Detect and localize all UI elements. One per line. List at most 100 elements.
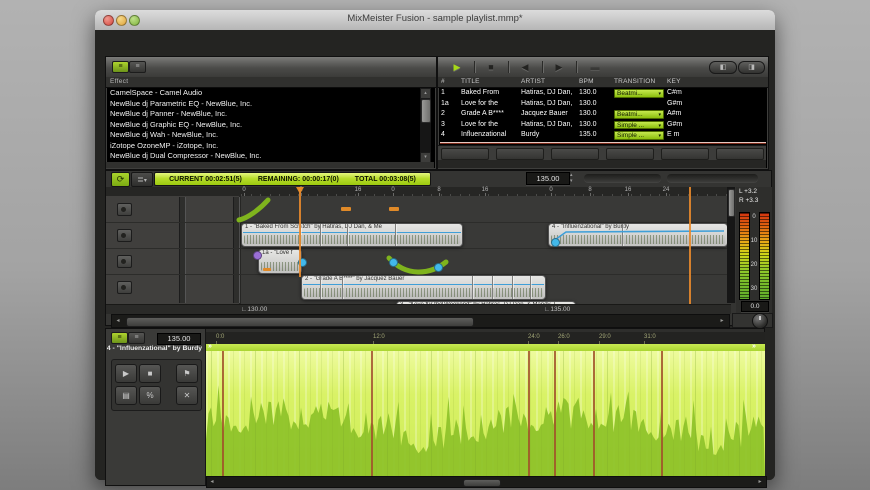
previous-track-button[interactable]: ◀	[512, 60, 538, 74]
timeline-clip[interactable]: 4 - "Influenzational" by Burdy	[548, 223, 728, 247]
window-titlebar[interactable]: MixMeister Fusion - sample playlist.mmp*	[95, 10, 775, 31]
zoom-slider[interactable]	[667, 174, 758, 182]
playlist-row[interactable]: 4InfluenzationalBurdy135.0Simple ...▾E m	[438, 130, 766, 141]
stop-button[interactable]: ■	[478, 60, 504, 74]
waveform-display[interactable]	[206, 351, 765, 476]
scrollbar-thumb[interactable]	[126, 317, 474, 327]
preview-play-button[interactable]: ▶	[115, 364, 137, 383]
clip-segment-divider[interactable]	[320, 276, 321, 299]
marker-dot-blue[interactable]	[434, 263, 443, 272]
playlist-tool-button[interactable]	[661, 148, 709, 160]
preview-stop-button[interactable]: ■	[139, 364, 161, 383]
waveform-ruler[interactable]: 0:012:024:026:029:031:0	[206, 332, 765, 344]
timeline-scrollbar[interactable]: ◂ ▸	[111, 314, 730, 328]
clip-segment-divider[interactable]	[342, 276, 343, 299]
effect-list-item[interactable]: NewBlue dj Panner - NewBlue, Inc.	[106, 109, 419, 120]
transition-dropdown[interactable]: Beatmi...▾	[614, 89, 664, 98]
playlist-row[interactable]: 1aLove for theHatiras, DJ Dan,130.0G#m	[438, 99, 766, 110]
preview-percent-button[interactable]: %	[139, 386, 161, 405]
effect-list-item[interactable]: NewBlue dj Dual Compressor - NewBlue, In…	[106, 151, 419, 162]
beat-gridline	[464, 351, 465, 476]
playlist-column-header[interactable]: TITLE	[461, 77, 480, 87]
scroll-right-icon[interactable]: ▸	[717, 316, 727, 326]
clip-segment-divider[interactable]	[347, 224, 348, 246]
orange-handle[interactable]	[389, 207, 399, 211]
effects-scrollbar[interactable]: ▴ ▾	[420, 88, 431, 162]
transition-dropdown[interactable]: Beatmi...▾	[614, 110, 664, 119]
effect-list-item[interactable]: iZotope OzoneMP - iZotope, Inc.	[106, 141, 419, 152]
scroll-up-icon[interactable]: ▴	[420, 88, 431, 99]
scroll-right-icon[interactable]: ▸	[755, 477, 765, 487]
marker-dot-blue[interactable]	[551, 238, 560, 247]
playlist-tool-button[interactable]	[496, 148, 544, 160]
playlist-cell: 1	[441, 88, 458, 99]
clip-segment-divider[interactable]	[492, 276, 493, 299]
preview-tab-button[interactable]: ≡	[111, 332, 128, 344]
playlist-tool-button[interactable]	[551, 148, 599, 160]
loop-mode-icon[interactable]: ⟳	[111, 172, 130, 187]
collapse-panel-left-button[interactable]: ◧	[709, 61, 737, 74]
effects-list-tab-button[interactable]: ≡	[112, 61, 129, 73]
timeline-clip[interactable]: 1 - "Baked From Scratch" by Hatiras, DJ …	[241, 223, 463, 247]
playlist-tool-button[interactable]	[606, 148, 654, 160]
scrollbar-thumb[interactable]	[728, 189, 735, 217]
playlist-tool-button[interactable]	[441, 148, 489, 160]
waveform-scrollbar[interactable]: ◂ ▸	[206, 476, 767, 488]
bpm-stepper[interactable]: ▴▾	[570, 172, 573, 184]
preview-close-button[interactable]: ✕	[176, 386, 198, 405]
next-track-button[interactable]: ▶	[546, 60, 572, 74]
tempo-marker[interactable]: ∟130.00	[241, 306, 267, 313]
playlist-column-header[interactable]: BPM	[579, 77, 594, 87]
transition-label: Beatmi...	[617, 90, 643, 97]
playlist-column-header[interactable]: TRANSITION	[614, 77, 655, 87]
clip-label: 4 - "Influenzational" by Burdy	[552, 224, 725, 230]
orange-handle[interactable]	[263, 268, 271, 271]
timeline-clip[interactable]: 2 - "Grade A B****" by Jacquez Bauer	[301, 275, 546, 300]
playlist-cell-key: G#m	[667, 120, 682, 131]
playlist-row[interactable]: 3Love for theHatiras, DJ Dan,130.0Simple…	[438, 120, 766, 131]
effect-list-item[interactable]: CamelSpace - Camel Audio	[106, 88, 419, 99]
scrollbar-thumb[interactable]	[421, 99, 431, 123]
scroll-left-icon[interactable]: ◂	[113, 316, 123, 326]
effects-browser-tab-button[interactable]: ≡	[129, 61, 146, 73]
collapse-panel-right-button[interactable]: ◨	[738, 61, 765, 74]
playlist-cell: Jacquez Bauer	[521, 109, 576, 120]
clip-segment-divider[interactable]	[320, 224, 321, 246]
clip-segment-divider[interactable]	[512, 276, 513, 299]
scroll-left-icon[interactable]: ◂	[207, 477, 217, 487]
timeline-vscrollbar[interactable]	[727, 187, 735, 303]
time-display-menu-button[interactable]: ≣▾	[131, 172, 153, 187]
clip-segment-divider[interactable]	[395, 224, 396, 246]
playlist-column-header[interactable]: #	[441, 77, 445, 87]
preview-alt-tab-button[interactable]: ≡	[128, 332, 145, 344]
preview-flag-button[interactable]: ⚑	[176, 364, 198, 383]
playlist-row[interactable]: 2Grade A B****Jacquez Bauer130.0Beatmi..…	[438, 109, 766, 120]
tempo-marker[interactable]: ∟135.00	[544, 306, 570, 313]
preview-bpm-field[interactable]: 135.00	[157, 333, 201, 345]
beat-gridline	[244, 351, 245, 476]
effect-list-item[interactable]: NewBlue dj Wah - NewBlue, Inc.	[106, 130, 419, 141]
playlist-row[interactable]: 1Baked FromHatiras, DJ Dan,130.0Beatmi..…	[438, 88, 766, 99]
section-marker-line	[593, 351, 595, 476]
playlist-tool-button[interactable]	[716, 148, 764, 160]
clip-segment-divider[interactable]	[472, 276, 473, 299]
scrollbar-thumb[interactable]	[463, 479, 501, 487]
tempo-knob[interactable]	[752, 313, 768, 329]
master-bpm-field[interactable]: 135.00	[526, 172, 570, 185]
preview-grid-button[interactable]: ▤	[115, 386, 137, 405]
clip-segment-divider[interactable]	[530, 276, 531, 299]
marker-dot-purple[interactable]	[253, 251, 262, 260]
effect-list-item[interactable]: NewBlue dj Parametric EQ - NewBlue, Inc.	[106, 99, 419, 110]
tempo-slider[interactable]	[584, 174, 661, 182]
play-button[interactable]: ▶	[444, 60, 470, 74]
transition-dropdown[interactable]: Simple ...▾	[614, 121, 664, 130]
playlist-column-header[interactable]: KEY	[667, 77, 681, 87]
marker-dot-blue[interactable]	[389, 258, 398, 267]
clip-segment-divider[interactable]	[622, 224, 623, 246]
effect-list-item[interactable]: NewBlue dj Graphic EQ - NewBlue, Inc.	[106, 120, 419, 131]
orange-handle[interactable]	[341, 207, 351, 211]
playlist-column-header[interactable]: ARTIST	[521, 77, 545, 87]
record-button[interactable]: ▬	[582, 60, 608, 74]
transition-dropdown[interactable]: Simple ...▾	[614, 131, 664, 140]
beat-gridline	[585, 351, 586, 476]
